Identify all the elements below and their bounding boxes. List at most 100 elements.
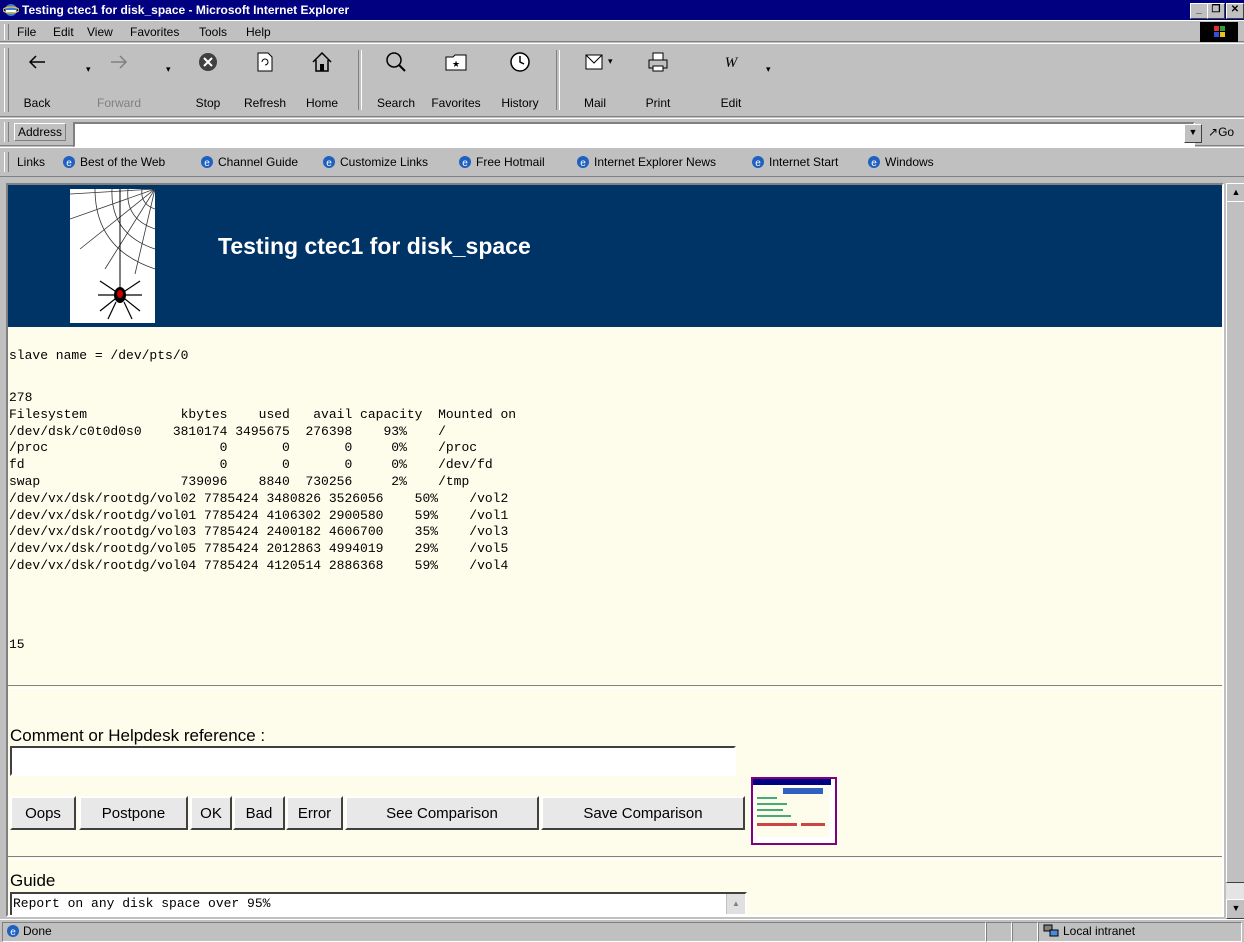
back-dropdown-arrow[interactable]: ▾ [86, 64, 91, 75]
result-count: 15 [9, 637, 25, 652]
link-best-of-the-web[interactable]: e Best of the Web [62, 155, 165, 169]
local-intranet-icon [1043, 924, 1059, 937]
print-label: Print [645, 96, 671, 110]
forward-dropdown-arrow[interactable]: ▾ [166, 64, 171, 75]
home-label: Home [305, 96, 338, 110]
search-button[interactable]: Search [371, 46, 421, 114]
refresh-button[interactable]: Refresh [240, 46, 290, 114]
page-scrollbar[interactable]: ▲ ▼ [1226, 183, 1244, 919]
link-ie-news[interactable]: e Internet Explorer News [576, 155, 716, 169]
error-button[interactable]: Error [286, 796, 343, 830]
stop-button[interactable]: Stop [183, 46, 233, 114]
svg-text:e: e [580, 158, 586, 169]
address-grip [4, 122, 9, 142]
link-label: Free Hotmail [476, 155, 545, 169]
printer-icon [648, 52, 668, 72]
edit-button[interactable]: W Edit [706, 46, 756, 114]
ie-page-icon: e [63, 156, 75, 169]
word-edit-icon: W [725, 55, 739, 71]
guide-text: Report on any disk space over 95% [13, 896, 271, 911]
scroll-thumb[interactable] [1226, 201, 1244, 883]
back-arrow-icon [28, 55, 45, 69]
menu-file[interactable]: File [17, 25, 36, 39]
link-label: Best of the Web [80, 155, 166, 169]
restore-button[interactable]: ❐ [1207, 3, 1225, 19]
forward-arrow-icon [111, 55, 128, 69]
menu-help[interactable]: Help [246, 25, 271, 39]
ie-logo-icon [3, 4, 19, 16]
status-bar: e Done Local intranet [0, 919, 1244, 942]
ie-page-icon: e [868, 156, 880, 169]
link-channel-guide[interactable]: e Channel Guide [200, 155, 298, 169]
guide-textarea[interactable]: Report on any disk space over 95% ▲ [10, 892, 747, 915]
back-label: Back [23, 96, 51, 110]
window-title: Testing ctec1 for disk_space - Microsoft… [22, 3, 350, 17]
guide-scroll-up-button[interactable]: ▲ [726, 894, 745, 914]
ok-button[interactable]: OK [190, 796, 232, 830]
refresh-icon [257, 52, 273, 72]
go-button[interactable]: ↗Go [1208, 125, 1234, 139]
close-button[interactable]: ✕ [1226, 3, 1244, 19]
history-button[interactable]: History [495, 46, 545, 114]
ie-page-icon: e [459, 156, 471, 169]
address-label: Address [14, 123, 67, 141]
ie-page-icon: e [323, 156, 335, 169]
comparison-thumbnail[interactable] [751, 777, 837, 845]
edit-dropdown-arrow[interactable]: ▾ [766, 64, 771, 75]
save-comparison-button[interactable]: Save Comparison [541, 796, 745, 830]
spider-web-icon [69, 188, 156, 320]
favorites-button[interactable]: ★ Favorites [431, 46, 481, 114]
svg-text:e: e [10, 927, 16, 938]
divider [8, 685, 1222, 689]
menu-edit[interactable]: Edit [53, 25, 74, 39]
bad-button[interactable]: Bad [233, 796, 285, 830]
guide-label: Guide [10, 871, 56, 890]
spider-web-logo [69, 188, 156, 323]
edit-label: Edit [720, 96, 742, 110]
windows-logo-icon [1200, 22, 1238, 42]
links-bar: Links e Best of the Web e Channel Guide eC… [0, 147, 1244, 177]
print-button[interactable]: Print [633, 46, 683, 114]
oops-button[interactable]: Oops [10, 796, 76, 830]
page-content: Testing ctec1 for disk_space slave name … [6, 183, 1224, 917]
svg-text:e: e [66, 158, 72, 169]
comment-label: Comment or Helpdesk reference : [10, 726, 266, 745]
address-bar: Address ▼ ↗Go [0, 118, 1244, 148]
menu-grip [4, 24, 9, 40]
postpone-button[interactable]: Postpone [79, 796, 188, 830]
link-customize-links[interactable]: e Customize Links [322, 155, 428, 169]
home-button[interactable]: Home [297, 46, 347, 114]
svg-text:e: e [462, 158, 468, 169]
menu-favorites[interactable]: Favorites [130, 25, 179, 39]
link-free-hotmail[interactable]: e Free Hotmail [458, 155, 545, 169]
history-label: History [501, 96, 539, 110]
link-internet-start[interactable]: e Internet Start [751, 155, 838, 169]
page-title: Testing ctec1 for disk_space [218, 233, 531, 259]
scroll-down-button[interactable]: ▼ [1226, 899, 1244, 919]
menu-view[interactable]: View [87, 25, 113, 39]
back-button[interactable]: Back [12, 46, 62, 114]
see-comparison-button[interactable]: See Comparison [345, 796, 539, 830]
svg-text:e: e [755, 158, 761, 169]
scroll-up-button[interactable]: ▲ [1226, 183, 1244, 203]
link-label: Customize Links [340, 155, 429, 169]
address-input[interactable] [73, 122, 1195, 148]
minimize-button[interactable]: _ [1190, 3, 1208, 19]
ie-page-icon: e [752, 156, 764, 169]
toolbar-separator [556, 50, 560, 110]
mail-icon [585, 54, 603, 70]
mail-dropdown-arrow[interactable]: ▾ [608, 56, 613, 67]
links-grip [4, 152, 9, 172]
svg-text:e: e [326, 158, 332, 169]
status-text: Done [23, 924, 52, 938]
go-arrow-icon: ↗ [1208, 125, 1219, 139]
home-icon [312, 51, 332, 72]
title-bar: Testing ctec1 for disk_space - Microsoft… [0, 0, 1244, 20]
address-dropdown-button[interactable]: ▼ [1184, 124, 1202, 143]
menu-tools[interactable]: Tools [199, 25, 227, 39]
forward-button[interactable]: Forward [94, 46, 144, 114]
link-windows[interactable]: e Windows [867, 155, 934, 169]
favorites-label: Favorites [431, 96, 481, 110]
comment-input[interactable] [10, 746, 736, 776]
favorites-folder-icon: ★ [445, 54, 467, 71]
